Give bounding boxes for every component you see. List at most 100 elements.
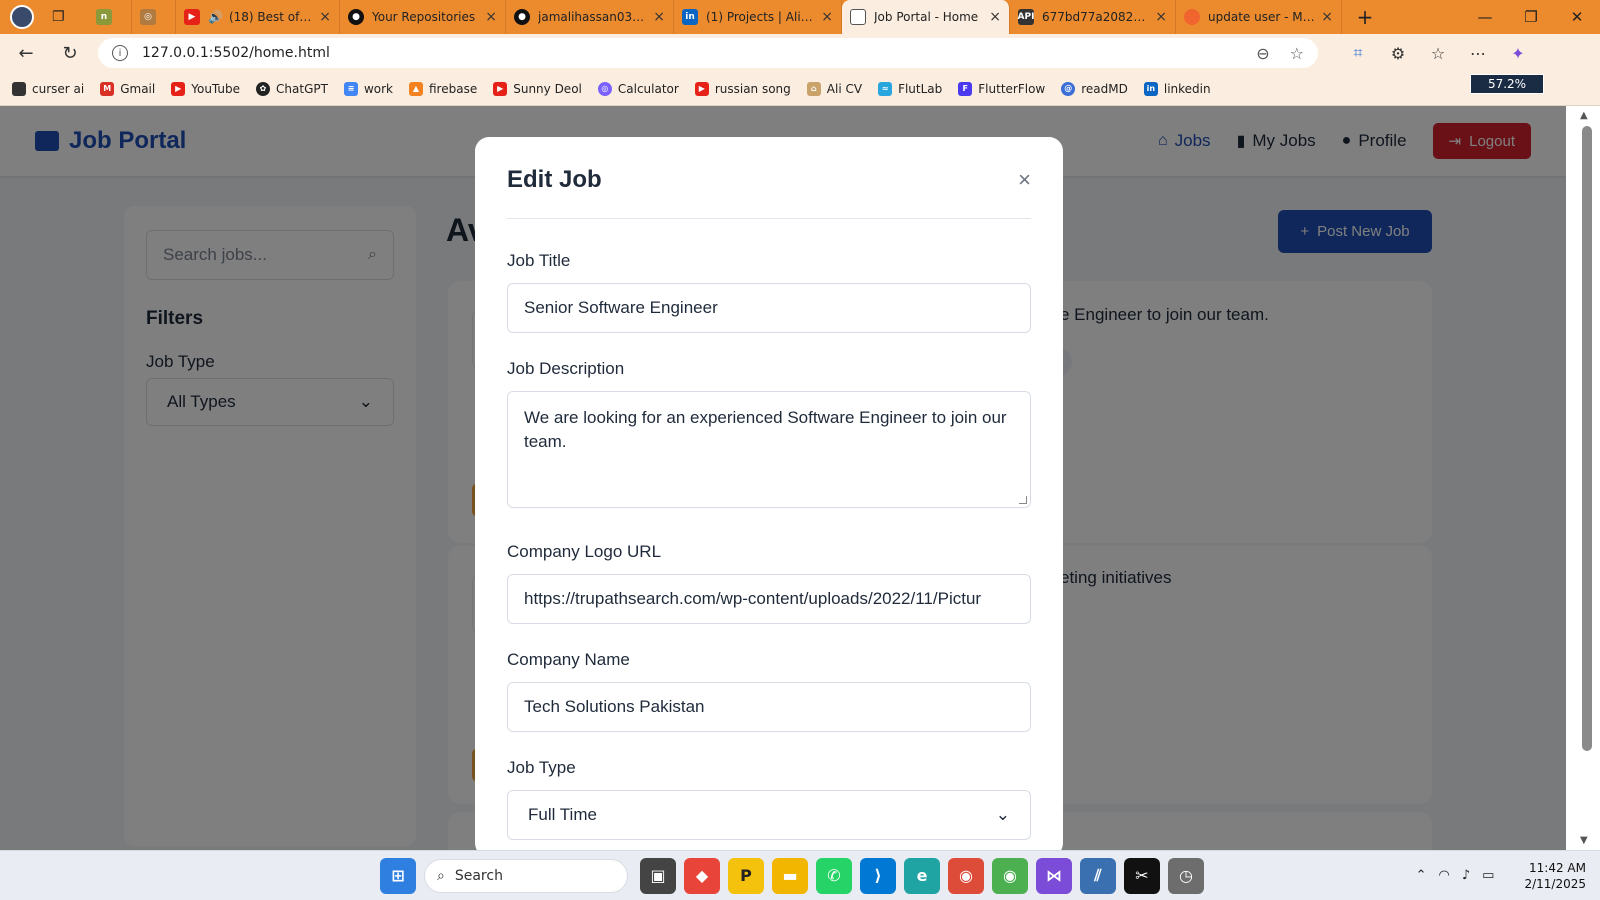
close-tab-icon[interactable]: × [653,9,665,25]
tab-update-user[interactable]: update user - My W × [1176,0,1342,34]
restore-button[interactable]: ❐ [1508,0,1554,34]
extensions-icon[interactable]: ⚙ [1378,38,1418,68]
bookmark-flutlab[interactable]: ≈ FlutLab [878,81,942,96]
anydesk-icon[interactable]: ◆ [684,857,720,894]
copilot-icon[interactable]: ✦ [1498,38,1538,68]
reader-icon[interactable]: ⊖ [1256,44,1269,63]
linkedin-icon: in [682,9,698,25]
github-icon: ● [514,9,530,25]
bookmark-youtube[interactable]: ▶ YouTube [171,81,240,96]
volume-icon[interactable]: ♪ [1462,868,1470,883]
windows-start-icon[interactable]: ⊞ [380,857,416,894]
bookmark-work[interactable]: ≡ work [343,81,393,96]
close-icon[interactable]: × [1018,167,1031,193]
company-logo-url-input[interactable]: https://trupathsearch.com/wp-content/upl… [507,574,1031,624]
close-window-button[interactable]: ✕ [1554,0,1600,34]
modal-title: Edit Job [507,165,602,193]
profile-avatar[interactable] [10,5,34,29]
job-type-select[interactable]: Full Time ⌄ [507,790,1031,840]
job-description-textarea[interactable]: We are looking for an experienced Softwa… [507,391,1031,508]
site-info-icon[interactable]: i [112,45,128,61]
bookmark-calculator[interactable]: ◎ Calculator [597,81,679,96]
task-view-icon[interactable]: ▣ [640,857,676,894]
flutterflow-icon: F [958,81,973,96]
bookmark-russian-song[interactable]: ▶ russian song [694,81,791,96]
tab-favicon-icon: ◎ [140,9,156,25]
company-name-input[interactable]: Tech Solutions Pakistan [507,682,1031,732]
wifi-icon[interactable]: ◠ [1439,868,1450,883]
visual-studio-icon[interactable]: ⋈ [1036,857,1072,894]
close-tab-icon[interactable]: × [989,9,1001,25]
youtube-icon: ▶ [184,9,200,25]
close-tab-icon[interactable]: × [1321,9,1333,25]
tab-youtube[interactable]: ▶ 🔊 (18) Best of Emr× [176,0,340,34]
refresh-button[interactable]: ↻ [52,38,88,68]
github-icon: ● [348,9,364,25]
edge-icon[interactable]: e [904,857,940,894]
system-tray: ⌃ ◠ ♪ ▭ 11:42 AM 2/11/2025 [1416,860,1600,892]
edit-job-modal: Edit Job × Job Title Senior Software Eng… [475,137,1063,850]
bookmark-flutterflow[interactable]: F FlutterFlow [958,81,1045,96]
translate-icon[interactable]: ⌗ [1338,38,1378,68]
url-text: 127.0.0.1:5502/home.html [142,45,330,61]
page-scrollbar[interactable]: ▲ ▼ [1566,106,1600,850]
chrome-icon[interactable]: ◉ [948,857,984,894]
tab-github-project[interactable]: ● jamalihassan0307/jo× [506,0,674,34]
bookmark-sunny-deol[interactable]: ▶ Sunny Deol [493,81,582,96]
battery-icon[interactable]: ▭ [1482,868,1494,883]
bookmark-chatgpt[interactable]: ✿ ChatGPT [256,81,328,96]
tab-job-portal[interactable]: Job Portal - Home × [842,0,1010,34]
chatgpt-icon: ✿ [256,81,271,96]
minimize-button[interactable]: — [1462,0,1508,34]
capcut-icon[interactable]: ✂ [1124,857,1160,894]
tab-linkedin[interactable]: in (1) Projects | Ali Hass× [674,0,842,34]
docs-icon: ≡ [343,81,358,96]
scroll-down-icon[interactable]: ▼ [1580,835,1588,846]
close-tab-icon[interactable]: × [1155,9,1167,25]
firebase-icon: ▲ [409,81,423,96]
bookmark-ali-cv[interactable]: ⌂ Ali CV [806,81,862,96]
chevron-down-icon: ⌄ [995,805,1010,824]
favorites-icon[interactable]: ☆ [1418,38,1458,68]
favorite-star-icon[interactable]: ☆ [1290,44,1304,63]
taskbar-search[interactable]: ⌕ Search [424,858,628,893]
api-icon: API [1018,9,1034,25]
file-explorer-icon[interactable]: ▬ [772,857,808,894]
tab-github-repos[interactable]: ● Your Repositories × [340,0,506,34]
tab-pinned-1[interactable]: n [88,0,132,34]
close-tab-icon[interactable]: × [821,9,833,25]
tab-favicon-icon: n [96,9,112,25]
clock-app-icon[interactable]: ◷ [1168,857,1204,894]
resize-handle-icon[interactable] [1019,496,1027,504]
address-bar[interactable]: i 127.0.0.1:5502/home.html ⊖ ☆ [98,38,1318,68]
chrome-profile-icon[interactable]: ◉ [992,857,1028,894]
tab-api[interactable]: API 677bd77a20824100× [1010,0,1176,34]
bookmark-curser-ai[interactable]: curser ai [12,81,84,96]
workspaces-icon[interactable]: ❐ [44,0,88,34]
close-tab-icon[interactable]: × [485,9,497,25]
tab-pinned-2[interactable]: ◎ [132,0,176,34]
speaker-icon[interactable]: 🔊 [208,10,223,24]
page-icon [850,9,866,25]
bookmark-firebase[interactable]: ▲ firebase [409,81,477,96]
clock[interactable]: 11:42 AM 2/11/2025 [1524,860,1586,892]
bookmark-readmd[interactable]: @ readMD [1061,81,1128,96]
monitor-icon[interactable]: ⫽ [1080,857,1116,894]
whatsapp-icon[interactable]: ✆ [816,857,852,894]
scrollbar-thumb[interactable] [1582,126,1592,751]
chevron-up-icon[interactable]: ⌃ [1416,868,1427,883]
postman-icon[interactable]: P [728,857,764,894]
vscode-icon[interactable]: ⟩ [860,857,896,894]
bookmark-gmail[interactable]: M Gmail [100,81,155,96]
back-button[interactable]: ← [8,38,44,68]
youtube-icon: ▶ [171,81,186,96]
calculator-icon: ◎ [597,81,612,96]
new-tab-button[interactable]: + [1342,0,1388,34]
scroll-up-icon[interactable]: ▲ [1580,110,1588,121]
more-menu-icon[interactable]: ⋯ [1458,38,1498,68]
job-title-input[interactable]: Senior Software Engineer [507,283,1031,333]
bookmark-linkedin[interactable]: in linkedin [1143,81,1211,96]
company-logo-url-label: Company Logo URL [507,542,662,561]
close-tab-icon[interactable]: × [319,9,331,25]
job-type-label: Job Type [507,758,576,777]
